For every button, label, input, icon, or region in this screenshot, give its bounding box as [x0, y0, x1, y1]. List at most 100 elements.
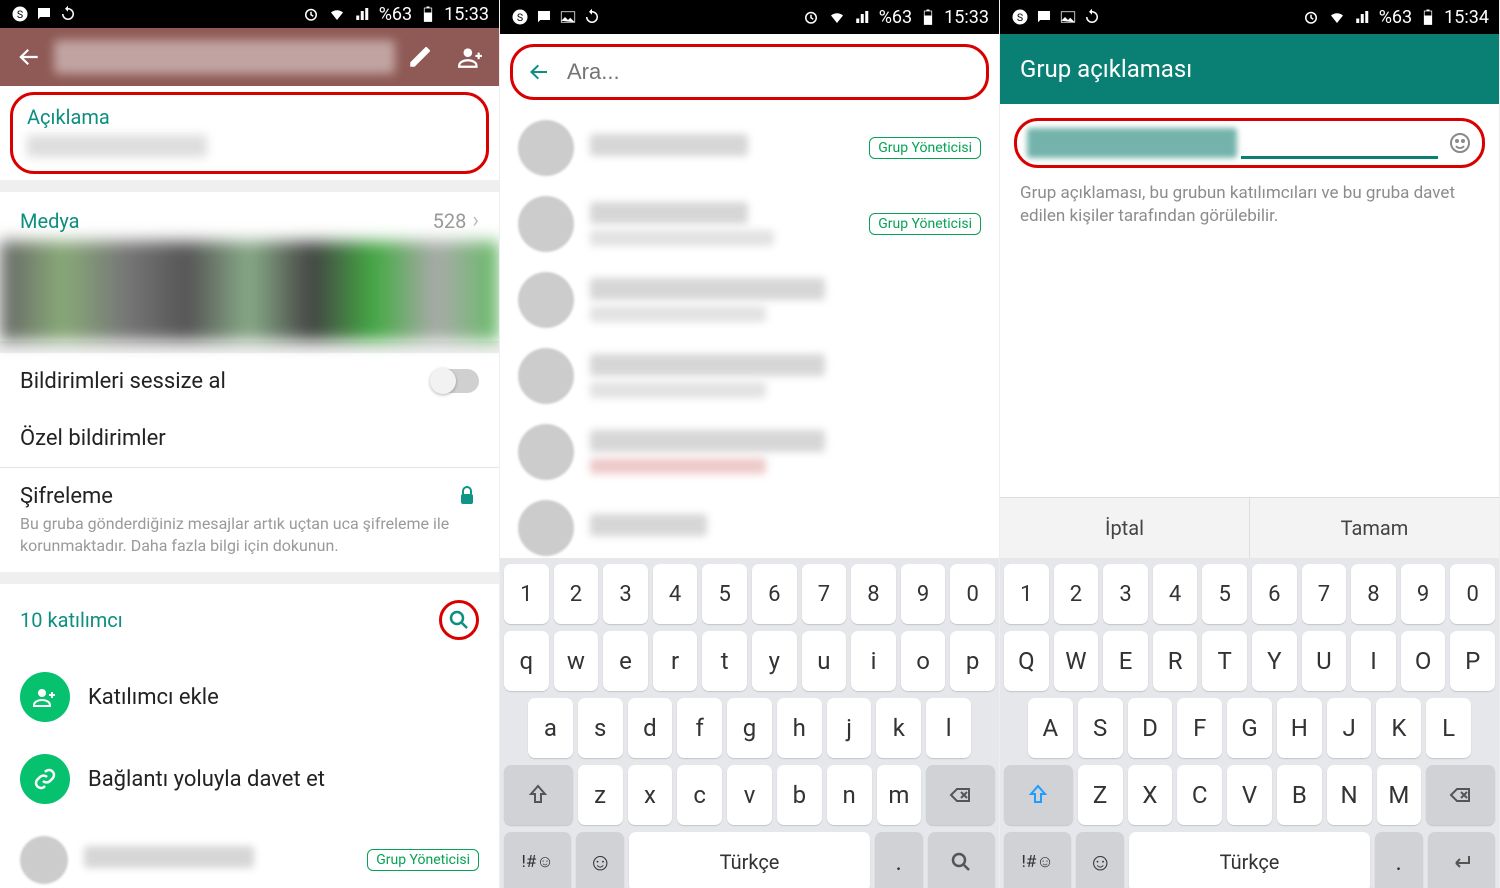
key-r[interactable]: r	[653, 631, 698, 691]
contact-row[interactable]	[500, 490, 999, 558]
key-5[interactable]: 5	[1202, 564, 1247, 624]
key-1[interactable]: 1	[504, 564, 549, 624]
key-9[interactable]: 9	[1401, 564, 1446, 624]
key-p[interactable]: p	[950, 631, 995, 691]
key-i[interactable]: i	[851, 631, 896, 691]
key-c[interactable]: c	[677, 765, 722, 825]
contact-row[interactable]	[500, 414, 999, 490]
search-bar-highlight[interactable]	[510, 44, 989, 100]
key-g[interactable]: g	[727, 698, 772, 758]
key-L[interactable]: L	[1426, 698, 1471, 758]
participant-row[interactable]: Grup Yöneticisi	[0, 820, 499, 888]
key-7[interactable]: 7	[802, 564, 847, 624]
media-row[interactable]: Medya 528 ›	[0, 192, 499, 241]
add-participant-row[interactable]: Katılımcı ekle	[0, 656, 499, 738]
mute-toggle[interactable]	[431, 369, 479, 393]
symbols-key[interactable]: !#☺	[1004, 832, 1071, 888]
encryption-row[interactable]: Şifreleme Bu gruba gönderdiğiniz mesajla…	[0, 468, 499, 572]
edit-icon[interactable]	[407, 44, 433, 70]
key-W[interactable]: W	[1054, 631, 1099, 691]
key-X[interactable]: X	[1128, 765, 1173, 825]
key-E[interactable]: E	[1103, 631, 1148, 691]
dot-key[interactable]: .	[875, 832, 923, 888]
key-I[interactable]: I	[1351, 631, 1396, 691]
key-V[interactable]: V	[1227, 765, 1272, 825]
key-j[interactable]: j	[827, 698, 872, 758]
key-v[interactable]: v	[727, 765, 772, 825]
cancel-button[interactable]: İptal	[1000, 498, 1250, 558]
key-M[interactable]: M	[1377, 765, 1422, 825]
key-H[interactable]: H	[1277, 698, 1322, 758]
key-3[interactable]: 3	[603, 564, 648, 624]
key-y[interactable]: y	[752, 631, 797, 691]
backspace-key[interactable]	[926, 765, 995, 825]
key-b[interactable]: b	[777, 765, 822, 825]
key-4[interactable]: 4	[653, 564, 698, 624]
key-d[interactable]: d	[628, 698, 673, 758]
backspace-key[interactable]	[1426, 765, 1495, 825]
key-S[interactable]: S	[1078, 698, 1123, 758]
contact-row[interactable]	[500, 262, 999, 338]
search-input[interactable]	[567, 59, 972, 85]
key-t[interactable]: t	[702, 631, 747, 691]
key-l[interactable]: l	[926, 698, 971, 758]
key-3[interactable]: 3	[1103, 564, 1148, 624]
description-input-highlight[interactable]	[1014, 118, 1485, 168]
ok-button[interactable]: Tamam	[1250, 498, 1499, 558]
key-B[interactable]: B	[1277, 765, 1322, 825]
description-section-highlight[interactable]: Açıklama	[10, 92, 489, 174]
key-O[interactable]: O	[1401, 631, 1446, 691]
key-1[interactable]: 1	[1004, 564, 1049, 624]
key-z[interactable]: z	[578, 765, 623, 825]
key-q[interactable]: q	[504, 631, 549, 691]
back-icon[interactable]	[527, 60, 551, 84]
key-Q[interactable]: Q	[1004, 631, 1049, 691]
key-0[interactable]: 0	[1450, 564, 1495, 624]
contact-row[interactable]: Grup Yöneticisi	[500, 186, 999, 262]
keyboard[interactable]: 1234567890 qwertyuiop asdfghjkl zxcvbnm …	[500, 558, 999, 888]
search-participants-highlight[interactable]	[439, 600, 479, 640]
key-7[interactable]: 7	[1302, 564, 1347, 624]
invite-link-row[interactable]: Bağlantı yoluyla davet et	[0, 738, 499, 820]
key-Y[interactable]: Y	[1252, 631, 1297, 691]
key-a[interactable]: a	[528, 698, 573, 758]
key-F[interactable]: F	[1177, 698, 1222, 758]
key-R[interactable]: R	[1153, 631, 1198, 691]
key-m[interactable]: m	[877, 765, 922, 825]
space-key[interactable]: Türkçe	[629, 832, 869, 888]
key-A[interactable]: A	[1028, 698, 1073, 758]
key-8[interactable]: 8	[1351, 564, 1396, 624]
contact-row[interactable]: Grup Yöneticisi	[500, 110, 999, 186]
shift-key[interactable]	[504, 765, 573, 825]
key-0[interactable]: 0	[950, 564, 995, 624]
key-T[interactable]: T	[1202, 631, 1247, 691]
dot-key[interactable]: .	[1375, 832, 1423, 888]
keyboard[interactable]: 1234567890 QWERTYUIOP ASDFGHJKL ZXCVBNM …	[1000, 558, 1499, 888]
key-h[interactable]: h	[777, 698, 822, 758]
emoji-key[interactable]: ☺	[1076, 832, 1124, 888]
key-e[interactable]: e	[603, 631, 648, 691]
custom-notif-row[interactable]: Özel bildirimler	[0, 410, 499, 467]
media-thumbnails[interactable]	[0, 241, 499, 341]
key-4[interactable]: 4	[1153, 564, 1198, 624]
key-2[interactable]: 2	[554, 564, 599, 624]
key-k[interactable]: k	[876, 698, 921, 758]
key-o[interactable]: o	[901, 631, 946, 691]
contact-row[interactable]	[500, 338, 999, 414]
key-6[interactable]: 6	[752, 564, 797, 624]
key-n[interactable]: n	[827, 765, 872, 825]
key-K[interactable]: K	[1376, 698, 1421, 758]
key-9[interactable]: 9	[901, 564, 946, 624]
key-D[interactable]: D	[1128, 698, 1173, 758]
add-participant-icon[interactable]	[457, 44, 483, 70]
key-Z[interactable]: Z	[1078, 765, 1123, 825]
key-x[interactable]: x	[628, 765, 673, 825]
key-w[interactable]: w	[554, 631, 599, 691]
key-U[interactable]: U	[1302, 631, 1347, 691]
key-u[interactable]: u	[802, 631, 847, 691]
key-C[interactable]: C	[1177, 765, 1222, 825]
key-5[interactable]: 5	[702, 564, 747, 624]
space-key[interactable]: Türkçe	[1129, 832, 1369, 888]
key-8[interactable]: 8	[851, 564, 896, 624]
shift-key-active[interactable]	[1004, 765, 1073, 825]
